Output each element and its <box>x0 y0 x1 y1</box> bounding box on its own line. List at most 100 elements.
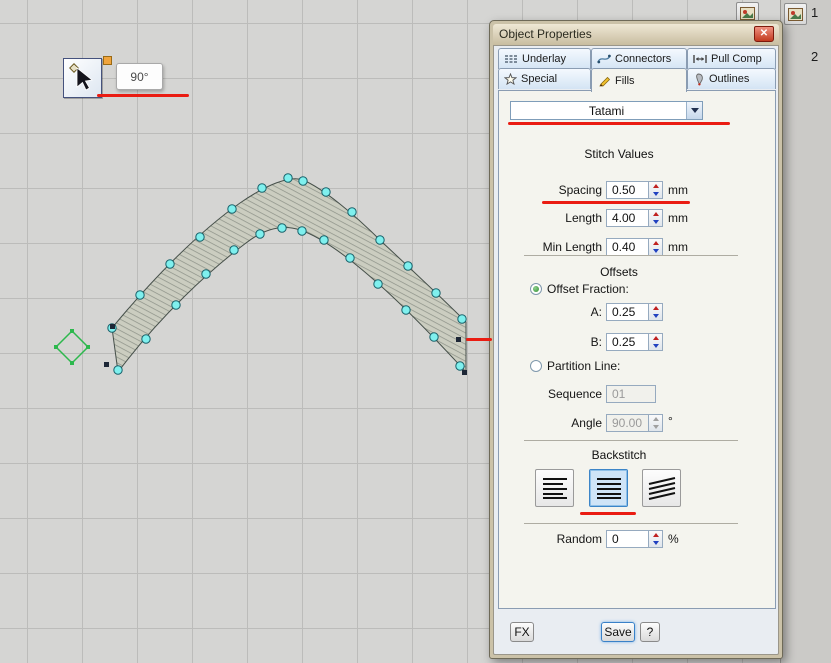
tab-outlines[interactable]: Outlines <box>687 68 776 89</box>
help-button[interactable]: ? <box>640 622 660 642</box>
annotation-underline-backstitch <box>580 512 636 515</box>
tab-pull-comp-label: Pull Comp <box>711 53 762 65</box>
angle-tooltip: 90° <box>116 63 163 90</box>
close-icon: ✕ <box>760 28 768 39</box>
spacing-label: Spacing <box>499 181 602 199</box>
fill-type-combobox[interactable]: Tatami <box>510 101 703 120</box>
spinner-up-icon[interactable] <box>653 184 659 188</box>
length-unit: mm <box>668 209 688 227</box>
spinner-down-icon[interactable] <box>653 249 659 253</box>
spinner-up-icon[interactable] <box>653 241 659 245</box>
dialog-title: Object Properties <box>499 27 592 41</box>
separator <box>524 440 738 441</box>
min-length-unit: mm <box>668 238 688 256</box>
tab-connectors-label: Connectors <box>615 53 671 65</box>
reshape-tool-button[interactable] <box>63 58 102 98</box>
offset-b-input[interactable]: 0.25 <box>606 333 663 351</box>
tab-underlay-label: Underlay <box>522 53 566 65</box>
tab-underlay[interactable]: Underlay <box>498 48 591 69</box>
tab-outlines-label: Outlines <box>709 73 749 85</box>
min-length-spinner[interactable] <box>648 239 662 255</box>
backstitch-heading: Backstitch <box>499 448 739 462</box>
offset-a-spinner[interactable] <box>648 304 662 320</box>
random-unit: % <box>668 530 679 548</box>
tab-connectors[interactable]: Connectors <box>591 48 687 69</box>
spinner-down-icon[interactable] <box>653 541 659 545</box>
spinner-up-icon[interactable] <box>653 533 659 537</box>
spinner-down-icon[interactable] <box>653 192 659 196</box>
min-length-value: 0.40 <box>612 240 635 254</box>
partition-angle-label: Angle <box>499 414 602 432</box>
spinner-down-icon <box>653 425 659 429</box>
partition-line-label: Partition Line: <box>547 359 620 373</box>
partition-line-radio[interactable] <box>530 360 542 372</box>
random-spinner[interactable] <box>648 531 662 547</box>
separator <box>524 523 738 524</box>
spacing-value: 0.50 <box>612 183 635 197</box>
tab-special[interactable]: Special <box>498 68 591 89</box>
spinner-down-icon[interactable] <box>653 344 659 348</box>
partition-angle-value: 90.00 <box>612 416 642 430</box>
save-button[interactable]: Save <box>601 622 635 642</box>
offset-b-value: 0.25 <box>612 335 635 349</box>
min-length-input[interactable]: 0.40 <box>606 238 663 256</box>
offset-fraction-label: Offset Fraction: <box>547 282 629 296</box>
length-label: Length <box>499 209 602 227</box>
random-label: Random <box>499 530 602 548</box>
sequence-label: Sequence <box>499 385 602 403</box>
offset-fraction-radio[interactable] <box>530 283 542 295</box>
reshape-cursor-icon <box>64 59 99 95</box>
backstitch-diagonal-icon <box>648 476 676 500</box>
end-markers <box>104 324 467 375</box>
fills-tab-panel: Tatami Stitch Values Spacing 0.50 mm Len… <box>498 90 776 609</box>
spinner-down-icon[interactable] <box>653 220 659 224</box>
dialog-titlebar[interactable]: Object Properties <box>493 24 779 45</box>
spacing-spinner[interactable] <box>648 182 662 198</box>
underlay-icon <box>504 53 518 65</box>
random-value: 0 <box>612 532 619 546</box>
partition-angle-input: 90.00 <box>606 414 663 432</box>
fx-button[interactable]: FX <box>510 622 534 642</box>
close-button[interactable]: ✕ <box>754 26 774 42</box>
offsets-heading: Offsets <box>499 265 739 279</box>
spinner-up-icon[interactable] <box>653 306 659 310</box>
pull-comp-icon <box>693 53 707 65</box>
spinner-up-icon <box>653 417 659 421</box>
sequence-input: 01 <box>606 385 656 403</box>
offset-a-input[interactable]: 0.25 <box>606 303 663 321</box>
embroidery-object[interactable] <box>112 179 466 372</box>
backstitch-standard-icon <box>541 476 569 500</box>
offset-b-label: B: <box>499 333 602 351</box>
tab-fills[interactable]: Fills <box>591 68 687 92</box>
separator <box>524 255 738 256</box>
random-input[interactable]: 0 <box>606 530 663 548</box>
partition-angle-spinner <box>648 415 662 431</box>
spacing-input[interactable]: 0.50 <box>606 181 663 199</box>
length-spinner[interactable] <box>648 210 662 226</box>
annotation-underline-angle <box>97 94 189 97</box>
backstitch-standard-button[interactable] <box>535 469 574 507</box>
rotation-handle[interactable] <box>54 329 90 365</box>
length-value: 4.00 <box>612 211 635 225</box>
spinner-up-icon[interactable] <box>653 336 659 340</box>
spinner-down-icon[interactable] <box>653 314 659 318</box>
outlines-pen-icon <box>693 73 705 86</box>
sequence-value: 01 <box>612 387 625 401</box>
annotation-underline-spacing <box>542 201 690 204</box>
backstitch-borderline-button[interactable] <box>589 469 628 507</box>
offset-a-value: 0.25 <box>612 305 635 319</box>
offset-b-spinner[interactable] <box>648 334 662 350</box>
length-input[interactable]: 4.00 <box>606 209 663 227</box>
offset-a-label: A: <box>499 303 602 321</box>
tab-pull-comp[interactable]: Pull Comp <box>687 48 776 69</box>
spinner-up-icon[interactable] <box>653 212 659 216</box>
connectors-icon <box>597 53 611 65</box>
annotation-dash-object <box>466 338 492 341</box>
chevron-down-icon <box>691 108 699 113</box>
partition-angle-unit: ° <box>668 412 673 430</box>
combobox-dropdown-button[interactable] <box>686 102 702 119</box>
design-canvas[interactable]: 90° 1 2 Object Properties ✕ <box>0 0 831 663</box>
spacing-unit: mm <box>668 181 688 199</box>
tab-special-label: Special <box>521 73 557 85</box>
backstitch-diagonal-button[interactable] <box>642 469 681 507</box>
